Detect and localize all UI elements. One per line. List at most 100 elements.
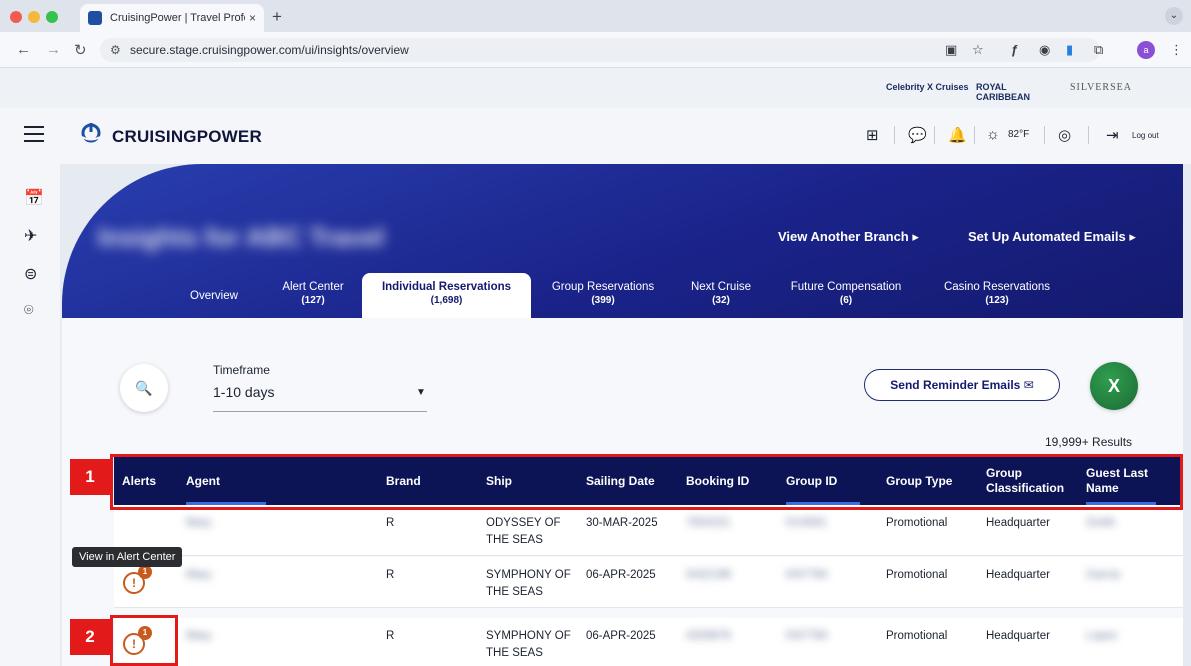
tab-count: (127) bbox=[301, 295, 325, 306]
view-another-branch-link[interactable]: View Another Branch ▸ bbox=[778, 229, 919, 245]
sidepanel-icon[interactable]: ▮ bbox=[1066, 42, 1073, 58]
calendar-add-icon[interactable]: 📅 bbox=[24, 188, 44, 208]
profile-avatar[interactable]: a bbox=[1137, 41, 1155, 59]
group-classification-cell: Headquarter bbox=[986, 569, 1050, 581]
group-classification-cell: Headquarter bbox=[986, 630, 1050, 642]
logout-icon[interactable]: ⇥ bbox=[1106, 126, 1119, 144]
forward-arrow-icon[interactable]: → bbox=[46, 41, 61, 58]
tab-next-cruise[interactable]: Next Cruise (32) bbox=[684, 280, 758, 308]
group-id-cell[interactable]: KX4561 bbox=[786, 515, 827, 532]
reload-icon[interactable]: ↻ bbox=[74, 41, 87, 59]
booking-id-cell[interactable]: 4329876 bbox=[686, 628, 731, 645]
agent-cell: Mary bbox=[186, 630, 212, 642]
bookmark-star-icon[interactable]: ☆ bbox=[972, 42, 984, 58]
insights-hero: Insights for ABC Travel View Another Bra… bbox=[62, 164, 1183, 318]
brand-strip: Celebrity X Cruises ROYAL CARIBBEAN SILV… bbox=[0, 68, 1191, 108]
guest-last-name-cell: Garcia bbox=[1086, 569, 1120, 581]
tab-overview[interactable]: Overview bbox=[190, 289, 238, 303]
extension-f-icon[interactable]: ƒ bbox=[1011, 42, 1018, 57]
group-type-cell: Promotional bbox=[886, 517, 948, 529]
divider bbox=[894, 126, 895, 144]
address-bar-row: ← → ↻ ⚙ secure.stage.cruisingpower.com/u… bbox=[0, 32, 1191, 68]
tab-alert-center[interactable]: Alert Center (127) bbox=[272, 280, 354, 308]
agent-cell: Mary bbox=[186, 517, 212, 529]
new-tab-button[interactable]: + bbox=[272, 7, 282, 27]
group-type-cell: Promotional bbox=[886, 630, 948, 642]
guest-last-name-cell: Lopez bbox=[1086, 630, 1118, 642]
table-row[interactable]: Mary R ODYSSEY OF THE SEAS 30-MAR-2025 7… bbox=[114, 505, 1183, 556]
temperature-text: 82°F bbox=[1008, 129, 1030, 140]
celebrity-logo[interactable]: Celebrity X Cruises bbox=[886, 82, 969, 92]
maximize-window-dot[interactable] bbox=[46, 11, 58, 23]
close-window-dot[interactable] bbox=[10, 11, 22, 23]
more-menu-icon[interactable]: ⋮ bbox=[1170, 42, 1183, 58]
camera-icon[interactable]: ◉ bbox=[1039, 42, 1050, 58]
logout-link[interactable]: Log out bbox=[1132, 131, 1159, 140]
ship-cell[interactable]: SYMPHONY OF THE SEAS bbox=[486, 567, 576, 601]
airplane-icon[interactable]: ✈ bbox=[24, 226, 37, 246]
booking-id-cell[interactable]: 7654321 bbox=[686, 515, 731, 532]
excel-export-icon[interactable]: X bbox=[1090, 362, 1138, 410]
royal-caribbean-logo[interactable]: ROYAL CARIBBEAN bbox=[976, 82, 1046, 102]
tab-count: (1,698) bbox=[430, 295, 463, 306]
ship-cell[interactable]: ODYSSEY OF THE SEAS bbox=[486, 515, 576, 549]
location-pin-icon[interactable]: ⌾ bbox=[24, 302, 34, 320]
site-header: CRUISINGPOWER ⊞ 💬 🔔 ☼ 82°F ◎ ⇥ Log out bbox=[0, 108, 1191, 164]
annotation-number-2: 2 bbox=[70, 619, 110, 655]
tab-label: Overview bbox=[190, 290, 238, 302]
annotation-box-alert-icon bbox=[110, 615, 178, 666]
left-rail: 📅 ✈ ⊜ ⌾ bbox=[0, 164, 60, 666]
apps-grid-icon[interactable]: ⊞ bbox=[866, 126, 879, 144]
dropdown-caret-icon[interactable]: ▼ bbox=[416, 387, 426, 398]
tab-search-chevron-icon[interactable]: ⌄ bbox=[1165, 7, 1183, 25]
notification-bell-icon[interactable]: 🔔 bbox=[948, 126, 967, 144]
sailing-date-cell: 06-APR-2025 bbox=[586, 569, 656, 581]
tab-label: Casino Reservations bbox=[943, 281, 1051, 293]
sun-weather-icon: ☼ bbox=[986, 126, 1000, 143]
guest-last-name-cell: Smith bbox=[1086, 517, 1116, 529]
group-id-cell[interactable]: KN7784 bbox=[786, 628, 828, 645]
tab-group-reservations[interactable]: Group Reservations (399) bbox=[540, 280, 666, 308]
back-arrow-icon[interactable]: ← bbox=[16, 41, 31, 58]
browser-tab-bar: CruisingPower | Travel Profes × + ⌄ bbox=[0, 0, 1191, 32]
group-id-cell[interactable]: KN7784 bbox=[786, 567, 828, 584]
table-row[interactable]: ! 1 Mary R SYMPHONY OF THE SEAS 06-APR-2… bbox=[114, 557, 1183, 608]
brand-cell: R bbox=[386, 517, 395, 529]
tab-label: Group Reservations bbox=[551, 281, 655, 293]
booking-id-cell[interactable]: 5432198 bbox=[686, 567, 731, 584]
table-row[interactable]: ! 1 Mary R SYMPHONY OF THE SEAS 06-APR-2… bbox=[114, 618, 1183, 666]
timeframe-select[interactable]: 1-10 days bbox=[213, 384, 274, 400]
tab-title: CruisingPower | Travel Profes bbox=[110, 12, 245, 24]
annotation-number-1: 1 bbox=[70, 459, 110, 495]
site-settings-icon[interactable]: ⚙ bbox=[110, 38, 121, 62]
minimize-window-dot[interactable] bbox=[28, 11, 40, 23]
timeframe-underline bbox=[213, 411, 427, 412]
extensions-puzzle-icon[interactable]: ⧉ bbox=[1094, 42, 1103, 58]
agent-cell: Mary bbox=[186, 569, 212, 581]
tab-individual-reservations[interactable]: Individual Reservations (1,698) bbox=[362, 273, 531, 318]
tab-label: Future Compensation bbox=[790, 281, 902, 293]
silversea-logo[interactable]: SILVERSEA bbox=[1070, 82, 1132, 93]
cruisingpower-favicon-icon bbox=[88, 11, 102, 25]
divider bbox=[1044, 126, 1045, 144]
divider bbox=[974, 126, 975, 144]
search-icon: 🔍 bbox=[135, 380, 153, 396]
cast-icon[interactable]: ▣ bbox=[945, 42, 957, 58]
search-button[interactable]: 🔍 bbox=[120, 364, 168, 412]
hamburger-menu-icon[interactable] bbox=[24, 126, 44, 142]
brand-cell: R bbox=[386, 569, 395, 581]
tab-future-compensation[interactable]: Future Compensation (6) bbox=[778, 280, 914, 308]
tab-close-icon[interactable]: × bbox=[249, 11, 256, 25]
tab-casino-reservations[interactable]: Casino Reservations (123) bbox=[932, 280, 1062, 308]
globe-icon[interactable]: ⊜ bbox=[24, 264, 37, 284]
set-up-automated-emails-link[interactable]: Set Up Automated Emails ▸ bbox=[968, 229, 1136, 245]
ship-cell[interactable]: SYMPHONY OF THE SEAS bbox=[486, 628, 576, 662]
user-account-icon[interactable]: ◎ bbox=[1058, 126, 1071, 144]
browser-tab[interactable]: CruisingPower | Travel Profes × bbox=[80, 4, 264, 32]
brand-cell: R bbox=[386, 630, 395, 642]
hero-title: Insights for ABC Travel bbox=[98, 222, 385, 252]
url-text: secure.stage.cruisingpower.com/ui/insigh… bbox=[130, 43, 409, 57]
send-reminder-emails-button[interactable]: Send Reminder Emails ✉ bbox=[864, 369, 1060, 401]
chat-icon[interactable]: 💬 bbox=[908, 126, 927, 144]
site-logo-text[interactable]: CRUISINGPOWER bbox=[112, 127, 262, 147]
